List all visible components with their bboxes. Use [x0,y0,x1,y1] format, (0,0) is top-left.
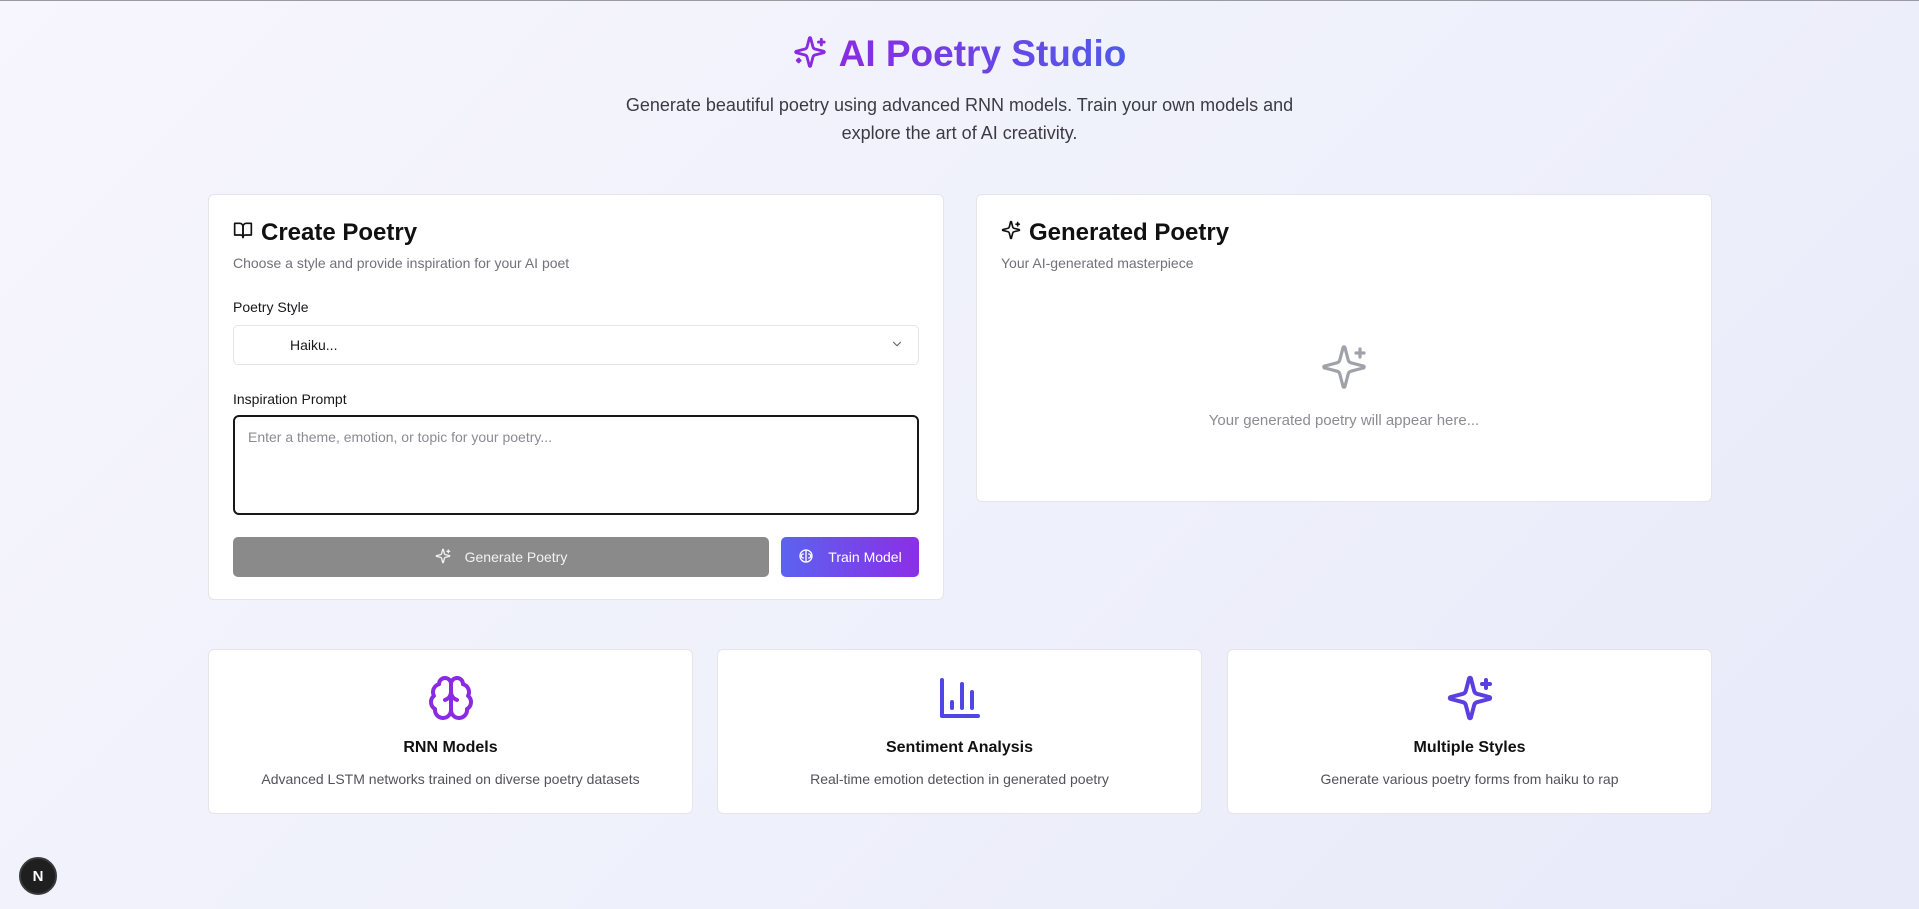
next-dev-badge[interactable]: N [19,857,57,895]
feature-card-sentiment-analysis: Sentiment Analysis Real-time emotion det… [717,649,1202,814]
bar-chart-icon [936,678,984,726]
feature-card-multiple-styles: Multiple Styles Generate various poetry … [1227,649,1712,814]
brain-icon [427,676,475,726]
create-card-title: Create Poetry [261,219,418,246]
sparkles-icon [793,35,827,74]
sparkles-icon [1446,675,1494,726]
page-title: AI Poetry Studio [838,33,1127,74]
feature-description: Real-time emotion detection in generated… [810,771,1109,787]
sparkles-icon [1001,219,1021,247]
create-card-description: Choose a style and provide inspiration f… [233,255,570,271]
poetry-style-select[interactable]: Haiku... [233,325,919,365]
page-subtitle: Generate beautiful poetry using advanced… [625,95,1294,143]
inspiration-prompt-label: Inspiration Prompt [233,391,347,407]
action-buttons: Generate Poetry Train Model [233,537,919,577]
feature-description: Generate various poetry forms from haiku… [1320,771,1619,787]
poetry-style-value: Haiku... [290,337,338,353]
empty-state-text: Your generated poetry will appear here..… [1208,412,1480,429]
empty-state: Your generated poetry will appear here..… [1001,343,1687,429]
create-card-header: Create Poetry [233,219,919,247]
feature-description: Advanced LSTM networks trained on divers… [261,771,640,787]
generated-card-description: Your AI-generated masterpiece [1001,255,1194,271]
poetry-style-label: Poetry Style [233,299,309,315]
feature-card-rnn-models: RNN Models Advanced LSTM networks traine… [208,649,693,814]
generated-card-title: Generated Poetry [1029,219,1230,246]
feature-title: Sentiment Analysis [885,739,1033,756]
book-open-icon [233,219,253,247]
generate-poetry-label: Generate Poetry [464,549,568,565]
create-poetry-card: Create Poetry Choose a style and provide… [208,194,944,600]
page-header: AI Poetry Studio Generate beautiful poet… [0,29,1919,147]
generated-poetry-card: Generated Poetry Your AI-generated maste… [976,194,1712,502]
train-model-button[interactable]: Train Model [781,537,919,577]
brain-icon [798,548,814,567]
generate-poetry-button[interactable]: Generate Poetry [233,537,769,577]
title-row: AI Poetry Studio [0,29,1919,79]
generated-card-header: Generated Poetry [1001,219,1687,247]
chevron-down-icon [890,337,904,354]
sparkles-icon [435,548,451,567]
train-model-label: Train Model [828,549,902,565]
feature-title: Multiple Styles [1413,739,1526,756]
inspiration-prompt-textarea[interactable]: Enter a theme, emotion, or topic for you… [233,415,919,515]
feature-title: RNN Models [403,739,498,756]
sparkles-icon [1320,345,1368,395]
